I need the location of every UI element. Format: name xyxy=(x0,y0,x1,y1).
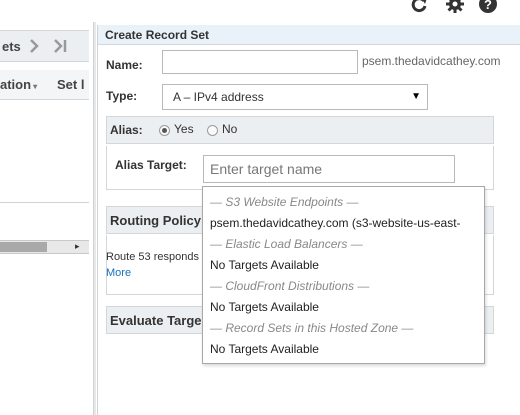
scroll-right-icon[interactable]: ▸ xyxy=(75,241,80,252)
type-select[interactable]: A – IPv4 address ▼ xyxy=(162,84,428,110)
alias-yes-radio[interactable] xyxy=(159,125,170,136)
evaluate-target-health-title: Evaluate Targe xyxy=(110,313,202,328)
last-page-icon[interactable] xyxy=(52,39,70,58)
option-no-cloudfront-targets: No Targets Available xyxy=(210,300,319,314)
left-panel: ets ation ▾ Set l ▸ xyxy=(0,22,89,415)
svg-text:?: ? xyxy=(484,0,492,12)
option-no-elb-targets: No Targets Available xyxy=(210,258,319,272)
chevron-right-icon[interactable] xyxy=(28,39,40,58)
gear-icon[interactable] xyxy=(445,0,465,14)
group-cloudfront-distributions: — CloudFront Distributions — xyxy=(210,279,370,293)
domain-suffix: psem.thedavidcathey.com xyxy=(362,54,501,68)
alias-no-radio[interactable] xyxy=(207,125,218,136)
routing-policy-title: Routing Policy xyxy=(110,213,201,228)
alias-yes-label[interactable]: Yes xyxy=(174,122,194,136)
top-toolbar: ? xyxy=(0,0,520,22)
alias-row: Alias: Yes No xyxy=(106,116,494,144)
help-icon[interactable]: ? xyxy=(478,0,498,14)
left-header-label: ets xyxy=(2,39,21,54)
name-label: Name: xyxy=(106,58,143,72)
alias-target-input[interactable]: Enter target name xyxy=(203,155,455,183)
type-label: Type: xyxy=(106,89,138,103)
alias-target-dropdown: — S3 Website Endpoints — psem.thedavidca… xyxy=(202,186,485,364)
scrollbar-thumb[interactable] xyxy=(0,242,47,252)
alias-target-label: Alias Target: xyxy=(115,158,187,172)
sort-caret-icon[interactable]: ▾ xyxy=(33,82,37,91)
type-select-value: A – IPv4 address xyxy=(173,90,264,104)
refresh-icon[interactable] xyxy=(409,0,429,14)
name-input[interactable] xyxy=(162,50,358,74)
panel-splitter[interactable] xyxy=(93,22,96,415)
left-panel-header: ets xyxy=(0,30,89,62)
left-column-header: ation ▾ Set l xyxy=(0,70,89,100)
column-header-set[interactable]: Set l xyxy=(57,77,84,92)
panel-title: Create Record Set xyxy=(98,25,520,45)
routing-description: Route 53 responds xyxy=(106,251,199,263)
group-s3-website-endpoints: — S3 Website Endpoints — xyxy=(210,195,359,209)
option-no-record-set-targets: No Targets Available xyxy=(210,342,319,356)
alias-no-label[interactable]: No xyxy=(222,122,237,136)
option-s3-website-endpoint[interactable]: psem.thedavidcathey.com (s3-website-us-e… xyxy=(210,216,461,230)
group-record-sets-hosted-zone: — Record Sets in this Hosted Zone — xyxy=(210,321,414,335)
alias-label: Alias: xyxy=(110,123,143,137)
dropdown-caret-icon: ▼ xyxy=(411,91,421,102)
column-header-evaluation[interactable]: ation ▾ xyxy=(0,77,37,92)
more-link[interactable]: More xyxy=(106,267,131,279)
horizontal-scrollbar[interactable]: ▸ xyxy=(0,240,89,254)
group-elastic-load-balancers: — Elastic Load Balancers — xyxy=(210,237,363,251)
left-divider xyxy=(0,202,89,203)
